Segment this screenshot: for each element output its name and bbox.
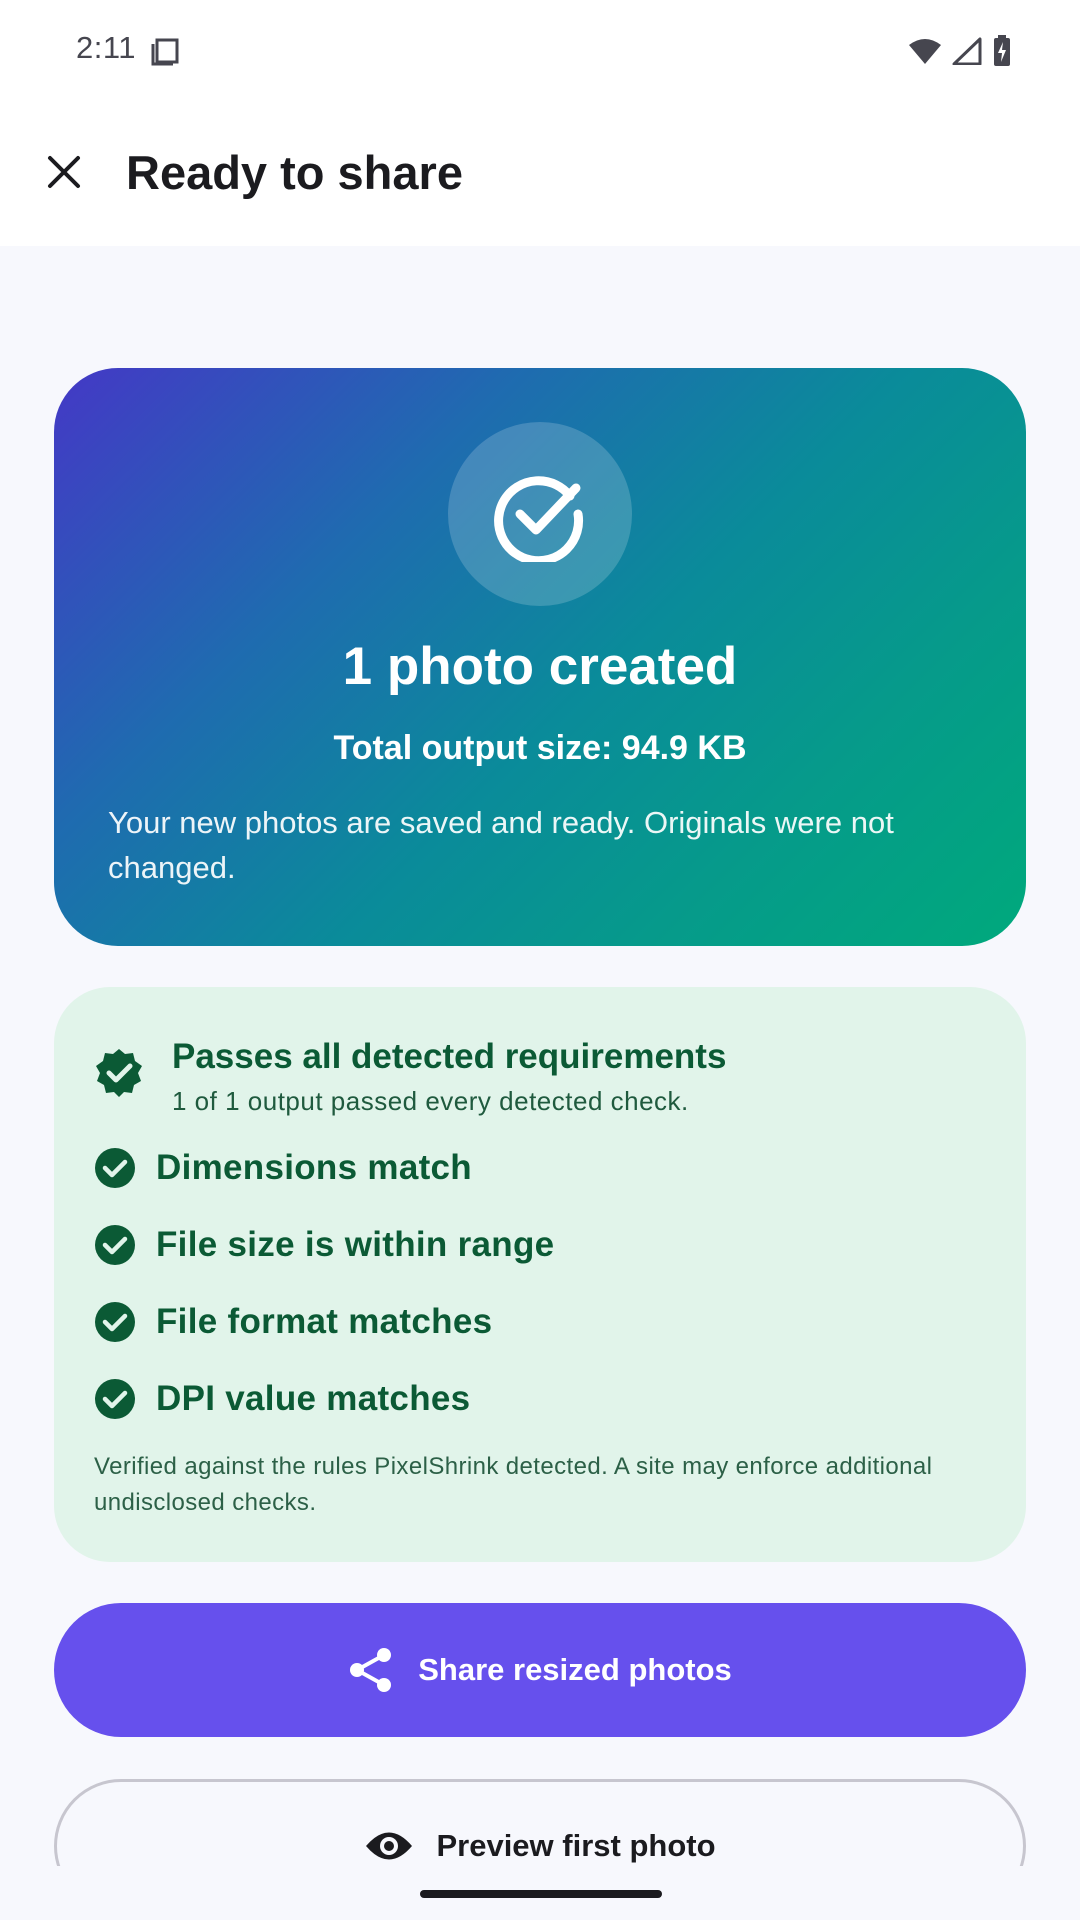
share-button-label: Share resized photos bbox=[418, 1652, 732, 1687]
check-item-label: File size is within range bbox=[156, 1225, 555, 1264]
close-button[interactable] bbox=[36, 144, 92, 200]
hero-description: Your new photos are saved and ready. Ori… bbox=[108, 805, 894, 885]
share-button[interactable]: Share resized photos bbox=[54, 1603, 1026, 1737]
check-item: File format matches bbox=[94, 1292, 492, 1352]
check-item-label: File format matches bbox=[156, 1302, 493, 1341]
status-time: 2:11 bbox=[76, 30, 137, 65]
share-icon bbox=[350, 1648, 392, 1692]
check-item-label: DPI value matches bbox=[156, 1379, 471, 1418]
result-summary-card: 1 photo created Total output size: 94.9 … bbox=[54, 368, 1026, 946]
check-item: File size is within range bbox=[94, 1215, 554, 1275]
check-item-label: Dimensions match bbox=[156, 1148, 472, 1187]
check-circle-icon bbox=[95, 1148, 135, 1188]
check-circle-icon bbox=[95, 1379, 135, 1419]
total-output-size: Total output size: 94.9 KB bbox=[333, 729, 747, 767]
close-icon bbox=[48, 156, 80, 188]
verified-badge-icon bbox=[94, 1047, 144, 1102]
check-item: Dimensions match bbox=[94, 1138, 472, 1198]
status-icons bbox=[908, 35, 1012, 72]
app-bar: Ready to share bbox=[0, 100, 1080, 246]
wifi-icon bbox=[908, 37, 942, 70]
check-circle-icon bbox=[494, 476, 584, 562]
check-item: DPI value matches bbox=[94, 1369, 470, 1429]
screenshot-icon bbox=[150, 38, 180, 71]
battery-icon bbox=[992, 35, 1012, 72]
success-badge bbox=[448, 422, 632, 606]
gesture-handle[interactable] bbox=[420, 1890, 662, 1898]
requirements-title: Passes all detected requirements bbox=[172, 1037, 727, 1076]
requirements-card: Passes all detected requirements 1 of 1 … bbox=[54, 987, 1026, 1562]
preview-button-label: Preview first photo bbox=[436, 1828, 716, 1863]
check-circle-icon bbox=[95, 1225, 135, 1265]
status-bar: 2:11 bbox=[0, 0, 1080, 100]
requirements-subtitle: 1 of 1 output passed every detected chec… bbox=[172, 1086, 689, 1116]
signal-icon bbox=[952, 37, 982, 70]
photos-created-title: 1 photo created bbox=[342, 637, 738, 696]
eye-icon bbox=[366, 1832, 413, 1860]
page-title: Ready to share bbox=[126, 146, 463, 199]
check-circle-icon bbox=[95, 1302, 135, 1342]
verification-note: Verified against the rules PixelShrink d… bbox=[94, 1453, 933, 1516]
